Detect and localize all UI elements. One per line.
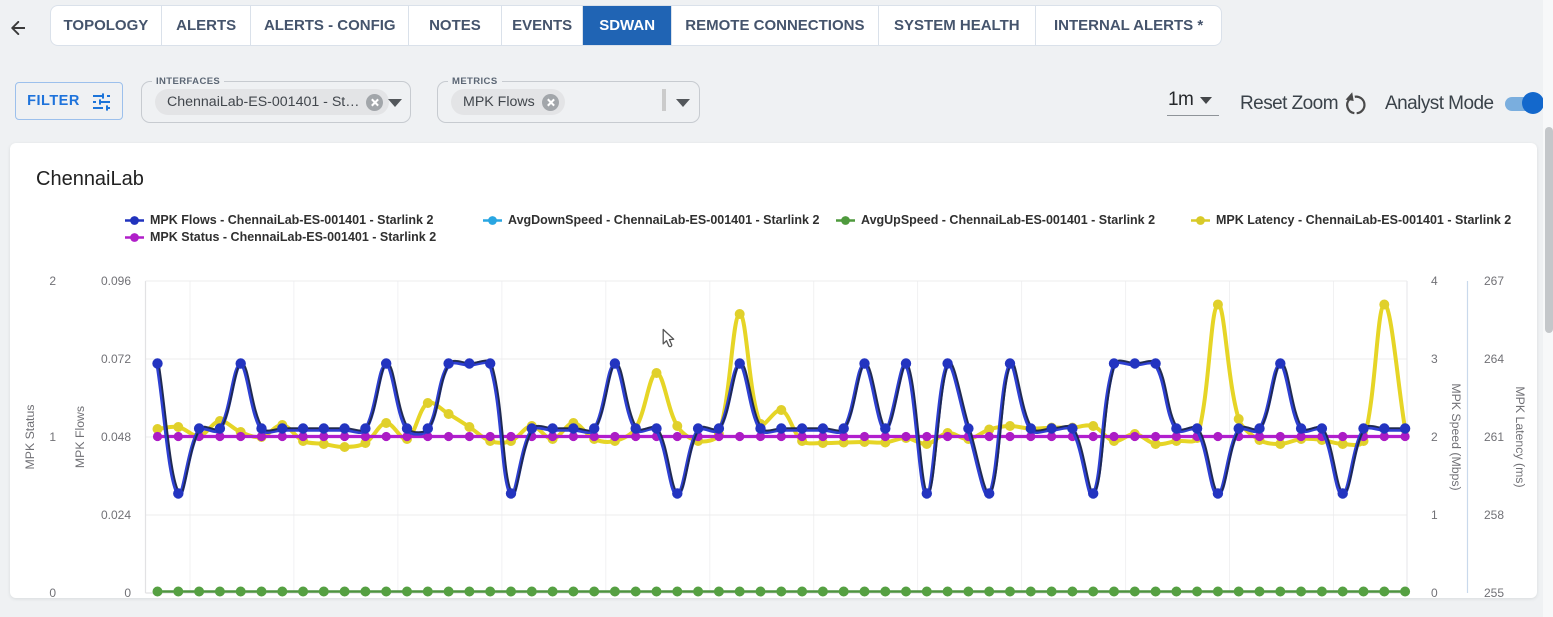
svg-text:MPK Speed (Mbps): MPK Speed (Mbps): [1449, 383, 1463, 490]
svg-text:MPK Flows: MPK Flows: [73, 406, 87, 468]
svg-text:2: 2: [1431, 430, 1438, 444]
svg-text:255: 255: [1484, 586, 1504, 600]
svg-text:0: 0: [124, 586, 131, 600]
svg-text:0: 0: [1431, 586, 1438, 600]
svg-text:0.072: 0.072: [101, 352, 131, 366]
svg-text:261: 261: [1484, 430, 1504, 444]
svg-text:267: 267: [1484, 274, 1504, 288]
svg-text:258: 258: [1484, 508, 1504, 522]
svg-text:0.024: 0.024: [101, 508, 131, 522]
svg-text:3: 3: [1431, 352, 1438, 366]
svg-text:2: 2: [49, 274, 56, 288]
svg-text:1: 1: [1431, 508, 1438, 522]
svg-text:4: 4: [1431, 274, 1438, 288]
svg-text:1: 1: [49, 430, 56, 444]
svg-text:MPK Latency (ms): MPK Latency (ms): [1513, 386, 1527, 487]
svg-text:0: 0: [49, 586, 56, 600]
svg-text:0.048: 0.048: [101, 430, 131, 444]
svg-text:264: 264: [1484, 352, 1504, 366]
svg-text:0.096: 0.096: [101, 274, 131, 288]
svg-text:MPK Status: MPK Status: [23, 405, 37, 470]
